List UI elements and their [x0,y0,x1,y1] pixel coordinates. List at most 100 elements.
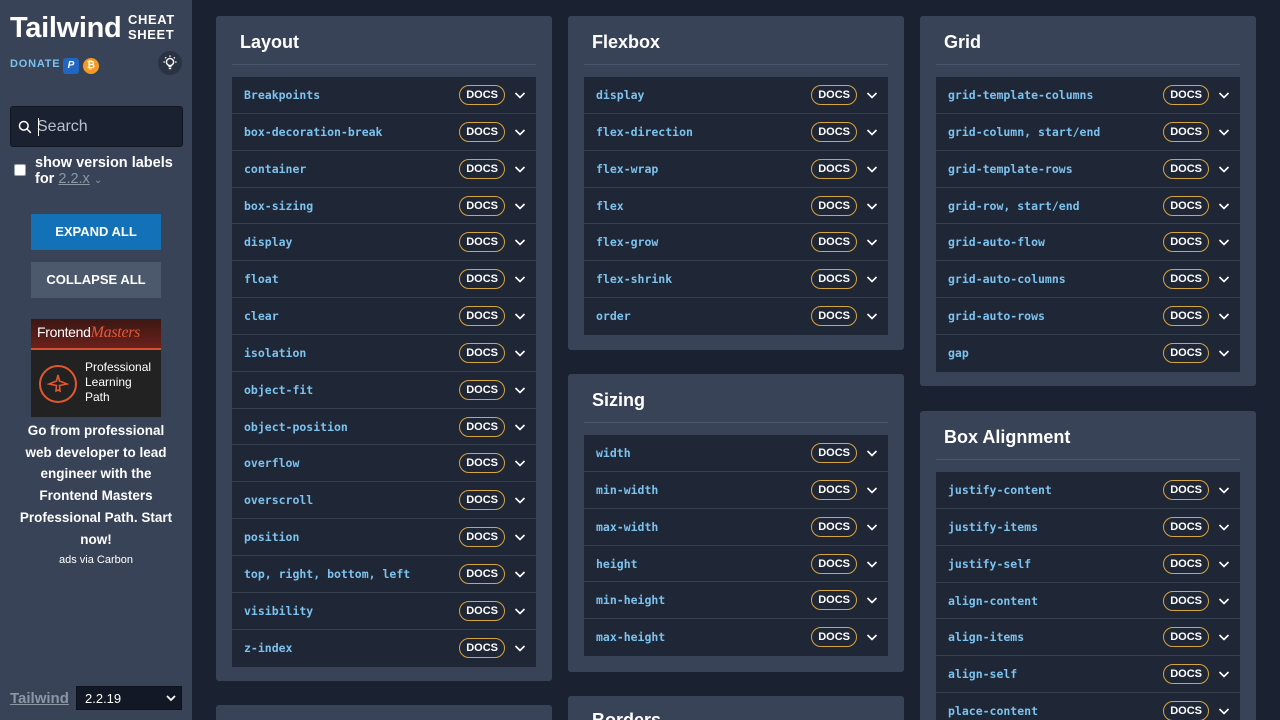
list-item[interactable]: object-fit DOCS [232,372,536,409]
chevron-down-icon[interactable] [866,202,878,211]
utility-name[interactable]: float [244,272,279,286]
bitcoin-icon[interactable]: ₿ [83,58,99,74]
list-item[interactable]: justify-items DOCS [936,509,1240,546]
docs-link[interactable]: DOCS [459,527,505,548]
chevron-down-icon[interactable] [1218,349,1230,358]
chevron-down-icon[interactable] [514,275,526,284]
utility-name[interactable]: max-height [596,630,665,644]
chevron-down-icon[interactable] [514,533,526,542]
list-item[interactable]: display DOCS [232,224,536,262]
utility-name[interactable]: align-content [948,594,1038,608]
utility-name[interactable]: justify-content [948,483,1052,497]
list-item[interactable]: grid-template-columns DOCS [936,77,1240,114]
list-item[interactable]: order DOCS [584,298,888,335]
list-item[interactable]: min-height DOCS [584,582,888,620]
docs-link[interactable]: DOCS [459,158,505,179]
docs-link[interactable]: DOCS [1163,121,1209,142]
utility-name[interactable]: clear [244,309,279,323]
utility-name[interactable]: height [596,557,638,571]
utility-name[interactable]: grid-template-columns [948,88,1093,102]
utility-name[interactable]: grid-auto-columns [948,272,1066,286]
utility-name[interactable]: justify-items [948,520,1038,534]
list-item[interactable]: grid-auto-rows DOCS [936,298,1240,335]
ad-image[interactable]: FrontendMasters Professional Learning Pa… [31,319,161,417]
list-item[interactable]: z-index DOCS [232,630,536,667]
docs-link[interactable]: DOCS [459,306,505,327]
chevron-down-icon[interactable] [1218,275,1230,284]
expand-all-button[interactable]: EXPAND ALL [31,214,161,250]
utility-name[interactable]: order [596,309,631,323]
list-item[interactable]: float DOCS [232,261,536,299]
docs-link[interactable]: DOCS [811,121,857,142]
docs-link[interactable]: DOCS [459,416,505,437]
list-item[interactable]: place-content DOCS [936,693,1240,720]
list-item[interactable]: gap DOCS [936,335,1240,372]
utility-name[interactable]: flex [596,199,624,213]
chevron-down-icon[interactable] [866,275,878,284]
chevron-down-icon[interactable] [514,496,526,505]
list-item[interactable]: box-sizing DOCS [232,188,536,225]
chevron-down-icon[interactable] [1218,91,1230,100]
docs-link[interactable]: DOCS [459,637,505,658]
utility-name[interactable]: container [244,162,306,176]
list-item[interactable]: align-self DOCS [936,656,1240,694]
utility-name[interactable]: align-self [948,667,1017,681]
chevron-down-icon[interactable] [1218,670,1230,679]
chevron-down-icon[interactable] [514,312,526,321]
docs-link[interactable]: DOCS [459,269,505,290]
chevron-down-icon[interactable] [866,91,878,100]
docs-link[interactable]: DOCS [1163,701,1209,720]
utility-name[interactable]: isolation [244,346,306,360]
docs-link[interactable]: DOCS [1163,664,1209,685]
list-item[interactable]: flex DOCS [584,188,888,225]
docs-link[interactable]: DOCS [1163,195,1209,216]
chevron-down-icon[interactable] [866,560,878,569]
chevron-down-icon[interactable] [1218,633,1230,642]
chevron-down-icon[interactable] [1218,486,1230,495]
utility-name[interactable]: position [244,530,299,544]
chevron-down-icon[interactable] [866,596,878,605]
list-item[interactable]: position DOCS [232,519,536,556]
search-box[interactable] [10,106,183,147]
paypal-icon[interactable]: P [63,58,79,74]
chevron-down-icon[interactable] [514,202,526,211]
utility-name[interactable]: grid-auto-flow [948,235,1045,249]
utility-name[interactable]: display [596,88,644,102]
chevron-down-icon[interactable] [514,349,526,358]
docs-link[interactable]: DOCS [459,232,505,253]
list-item[interactable]: top, right, bottom, left DOCS [232,556,536,593]
utility-name[interactable]: grid-column, start/end [948,125,1100,139]
docs-link[interactable]: DOCS [459,121,505,142]
list-item[interactable]: clear DOCS [232,298,536,335]
utility-name[interactable]: gap [948,346,969,360]
theme-toggle-lightbulb-icon[interactable] [158,51,182,75]
chevron-down-icon[interactable] [514,607,526,616]
list-item[interactable]: overscroll DOCS [232,482,536,520]
list-item[interactable]: overflow DOCS [232,445,536,483]
list-item[interactable]: grid-row, start/end DOCS [936,188,1240,225]
chevron-down-icon[interactable] [866,128,878,137]
brand-title[interactable]: Tailwind [10,12,122,45]
docs-link[interactable]: DOCS [1163,158,1209,179]
docs-link[interactable]: DOCS [459,195,505,216]
utility-name[interactable]: overscroll [244,493,313,507]
utility-name[interactable]: min-height [596,593,665,607]
chevron-down-icon[interactable] [866,523,878,532]
utility-name[interactable]: box-sizing [244,199,313,213]
docs-link[interactable]: DOCS [811,269,857,290]
list-item[interactable]: grid-auto-flow DOCS [936,224,1240,262]
chevron-down-icon[interactable] [1218,523,1230,532]
docs-link[interactable]: DOCS [811,590,857,611]
search-input[interactable] [37,115,177,139]
list-item[interactable]: object-position DOCS [232,409,536,446]
utility-name[interactable]: flex-grow [596,235,658,249]
list-item[interactable]: flex-direction DOCS [584,114,888,151]
utility-name[interactable]: flex-wrap [596,162,658,176]
chevron-down-icon[interactable] [514,238,526,247]
list-item[interactable]: flex-wrap DOCS [584,151,888,188]
docs-link[interactable]: DOCS [811,516,857,537]
list-item[interactable]: width DOCS [584,435,888,472]
list-item[interactable]: visibility DOCS [232,593,536,630]
list-item[interactable]: flex-grow DOCS [584,224,888,262]
chevron-down-icon[interactable] [514,165,526,174]
